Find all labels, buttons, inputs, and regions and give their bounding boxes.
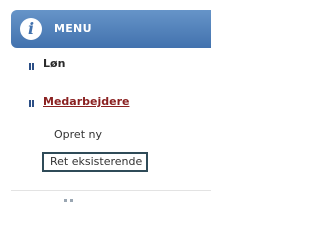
menu-header[interactable]: i MENU: [11, 10, 211, 48]
sidebar-item-medarbejdere[interactable]: Medarbejdere: [43, 95, 129, 109]
divider: [11, 190, 211, 191]
menu-title: MENU: [54, 22, 92, 35]
bullet-icon: [29, 100, 34, 107]
submenu-item-opret-ny[interactable]: Opret ny: [54, 128, 102, 142]
submenu-item-ret-eksisterende[interactable]: Ret eksisterende: [42, 152, 149, 172]
next-item-fragment: [64, 199, 76, 204]
sidebar-item-lon[interactable]: Løn: [43, 57, 65, 71]
bullet-icon: [29, 63, 34, 70]
info-icon: i: [20, 18, 42, 40]
sidebar-menu: i MENU Løn Medarbejdere Opret ny Ret eks…: [0, 0, 211, 204]
